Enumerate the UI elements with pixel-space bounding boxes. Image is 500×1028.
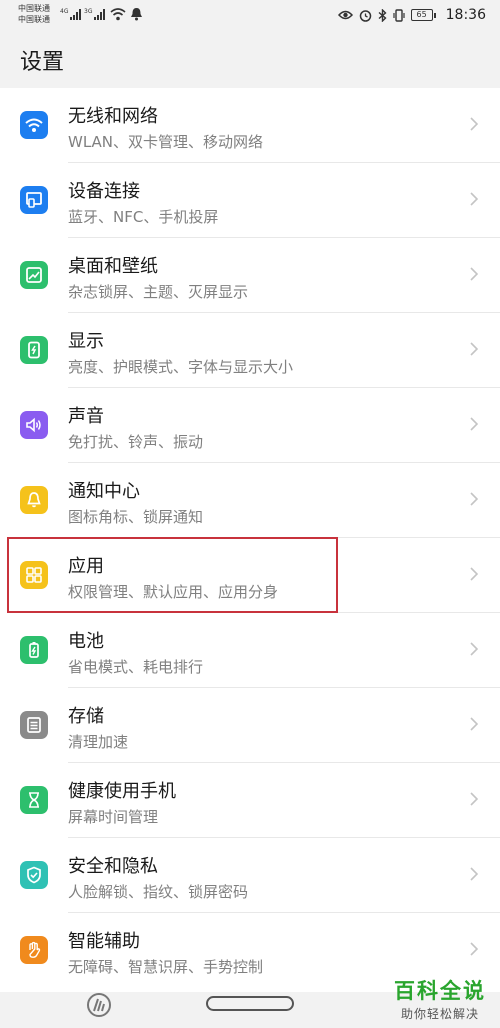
settings-item-digital-balance[interactable]: 健康使用手机 屏幕时间管理 xyxy=(0,763,500,838)
settings-item-title: 安全和隐私 xyxy=(68,856,158,877)
battery-status-icon: 65 xyxy=(410,9,436,21)
wifi-icon xyxy=(20,111,48,139)
signal-1-icon: 4G xyxy=(60,8,82,20)
settings-item-subtitle: 图标角标、锁屏通知 xyxy=(68,508,204,526)
bluetooth-icon xyxy=(378,8,387,22)
chevron-right-icon xyxy=(470,717,478,731)
settings-item-subtitle: 免打扰、铃声、振动 xyxy=(68,433,204,451)
settings-item-title: 设备连接 xyxy=(68,181,140,202)
shield-icon xyxy=(20,861,48,889)
eye-comfort-icon xyxy=(337,10,353,20)
settings-item-battery[interactable]: 电池 省电模式、耗电排行 xyxy=(0,613,500,688)
settings-item-subtitle: 权限管理、默认应用、应用分身 xyxy=(68,583,279,601)
network-1-label: 4G xyxy=(60,8,69,15)
settings-item-device-connection[interactable]: 设备连接 蓝牙、NFC、手机投屏 xyxy=(0,163,500,238)
vibrate-icon xyxy=(393,8,405,22)
settings-item-display[interactable]: 显示 亮度、护眼模式、字体与显示大小 xyxy=(0,313,500,388)
hourglass-icon xyxy=(20,786,48,814)
settings-item-desktop-wallpaper[interactable]: 桌面和壁纸 杂志锁屏、主题、灭屏显示 xyxy=(0,238,500,313)
notification-bell-icon xyxy=(20,486,48,514)
settings-item-title: 声音 xyxy=(68,406,104,427)
settings-item-subtitle: 蓝牙、NFC、手机投屏 xyxy=(68,208,219,226)
chevron-right-icon xyxy=(470,942,478,956)
settings-item-title: 智能辅助 xyxy=(68,931,140,952)
settings-item-subtitle: 杂志锁屏、主题、灭屏显示 xyxy=(68,283,249,301)
storage-icon xyxy=(20,711,48,739)
settings-item-title: 应用 xyxy=(68,556,104,577)
chevron-right-icon xyxy=(470,192,478,206)
settings-item-title: 无线和网络 xyxy=(68,106,158,127)
settings-item-subtitle: 屏幕时间管理 xyxy=(68,808,159,826)
settings-item-title: 显示 xyxy=(68,331,104,352)
settings-item-subtitle: 清理加速 xyxy=(68,733,129,751)
chevron-right-icon xyxy=(470,642,478,656)
home-gesture-bar[interactable] xyxy=(206,996,294,1011)
settings-item-notification-center[interactable]: 通知中心 图标角标、锁屏通知 xyxy=(0,463,500,538)
settings-item-subtitle: 无障碍、智慧识屏、手势控制 xyxy=(68,958,264,976)
settings-item-subtitle: 省电模式、耗电排行 xyxy=(68,658,204,676)
notification-status-icon xyxy=(131,8,142,21)
watermark-logo: 百科全说 助你轻松解决 xyxy=(394,975,486,1022)
chevron-right-icon xyxy=(470,492,478,506)
chevron-right-icon xyxy=(470,342,478,356)
battery-icon xyxy=(20,636,48,664)
device-connection-icon xyxy=(20,186,48,214)
chevron-right-icon xyxy=(470,867,478,881)
wallpaper-icon xyxy=(20,261,48,289)
carrier-1-label: 中国联通 xyxy=(18,4,50,13)
settings-item-subtitle: 人脸解锁、指纹、锁屏密码 xyxy=(68,883,249,901)
settings-item-title: 健康使用手机 xyxy=(68,781,176,802)
settings-item-subtitle: WLAN、双卡管理、移动网络 xyxy=(68,133,264,151)
settings-item-title: 电池 xyxy=(68,631,104,652)
status-right: 65 18:36 xyxy=(337,7,486,23)
assistant-logo-icon[interactable] xyxy=(84,992,114,1022)
settings-item-apps[interactable]: 应用 权限管理、默认应用、应用分身 xyxy=(0,538,500,613)
watermark-subtitle: 助你轻松解决 xyxy=(400,1007,479,1021)
chevron-right-icon xyxy=(470,117,478,131)
status-bar: 中国联通 中国联通 4G 3G 65 18:36 xyxy=(0,0,500,34)
battery-level-label: 65 xyxy=(410,9,433,21)
wifi-status-icon xyxy=(110,8,126,21)
carrier-2-label: 中国联通 xyxy=(18,15,50,24)
carrier-labels: 中国联通 中国联通 xyxy=(18,3,50,25)
settings-item-title: 通知中心 xyxy=(68,481,140,502)
clock-label: 18:36 xyxy=(445,7,486,23)
settings-item-title: 桌面和壁纸 xyxy=(68,256,158,277)
apps-grid-icon xyxy=(20,561,48,589)
settings-item-storage[interactable]: 存储 清理加速 xyxy=(0,688,500,763)
settings-item-sound[interactable]: 声音 免打扰、铃声、振动 xyxy=(0,388,500,463)
page-title: 设置 xyxy=(20,50,65,75)
settings-list: 无线和网络 WLAN、双卡管理、移动网络 设备连接 蓝牙、NFC、手机投屏 桌面… xyxy=(0,88,500,992)
network-2-label: 3G xyxy=(84,8,93,15)
alarm-icon xyxy=(359,9,371,22)
settings-item-wireless-network[interactable]: 无线和网络 WLAN、双卡管理、移动网络 xyxy=(0,88,500,163)
settings-item-subtitle: 亮度、护眼模式、字体与显示大小 xyxy=(68,358,294,376)
chevron-right-icon xyxy=(470,792,478,806)
settings-item-title: 存储 xyxy=(68,706,104,727)
watermark-title: 百科全说 xyxy=(394,979,486,1003)
sound-icon xyxy=(20,411,48,439)
signal-2-icon: 3G xyxy=(84,8,106,20)
chevron-right-icon xyxy=(470,267,478,281)
display-icon xyxy=(20,336,48,364)
chevron-right-icon xyxy=(470,567,478,581)
settings-item-security-privacy[interactable]: 安全和隐私 人脸解锁、指纹、锁屏密码 xyxy=(0,838,500,913)
hand-icon xyxy=(20,936,48,964)
chevron-right-icon xyxy=(470,417,478,431)
